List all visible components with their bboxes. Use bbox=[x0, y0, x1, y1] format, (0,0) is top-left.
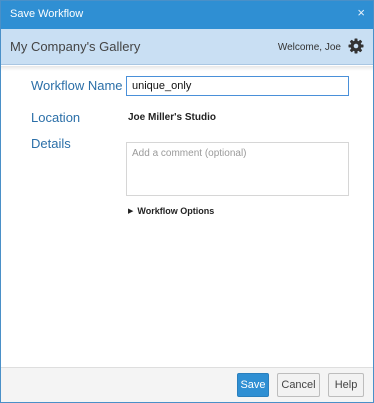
details-label: Details bbox=[31, 136, 71, 151]
gear-icon[interactable] bbox=[348, 38, 364, 54]
gallery-header: My Company's Gallery Welcome, Joe bbox=[1, 29, 373, 65]
dialog-footer: Save Cancel Help bbox=[1, 367, 373, 402]
save-workflow-dialog: Save Workflow × My Company's Gallery Wel… bbox=[0, 0, 374, 403]
close-icon[interactable]: × bbox=[357, 6, 365, 19]
help-button[interactable]: Help bbox=[328, 373, 364, 397]
dialog-title: Save Workflow bbox=[10, 8, 84, 20]
workflow-options-label: Workflow Options bbox=[137, 206, 215, 216]
location-value: Joe Miller's Studio bbox=[128, 112, 216, 123]
cancel-button[interactable]: Cancel bbox=[277, 373, 320, 397]
header-shadow bbox=[1, 66, 373, 71]
workflow-name-input[interactable] bbox=[126, 76, 349, 96]
workflow-options-toggle[interactable]: ▶ Workflow Options bbox=[128, 206, 214, 216]
triangle-right-icon: ▶ bbox=[128, 208, 134, 215]
workflow-name-label: Workflow Name bbox=[31, 78, 123, 93]
location-label: Location bbox=[31, 110, 81, 125]
gallery-name: My Company's Gallery bbox=[10, 39, 141, 54]
save-button[interactable]: Save bbox=[237, 373, 269, 397]
details-comment-field[interactable] bbox=[126, 142, 349, 196]
dialog-title-bar: Save Workflow × bbox=[1, 1, 373, 29]
welcome-text: Welcome, Joe bbox=[277, 42, 341, 53]
